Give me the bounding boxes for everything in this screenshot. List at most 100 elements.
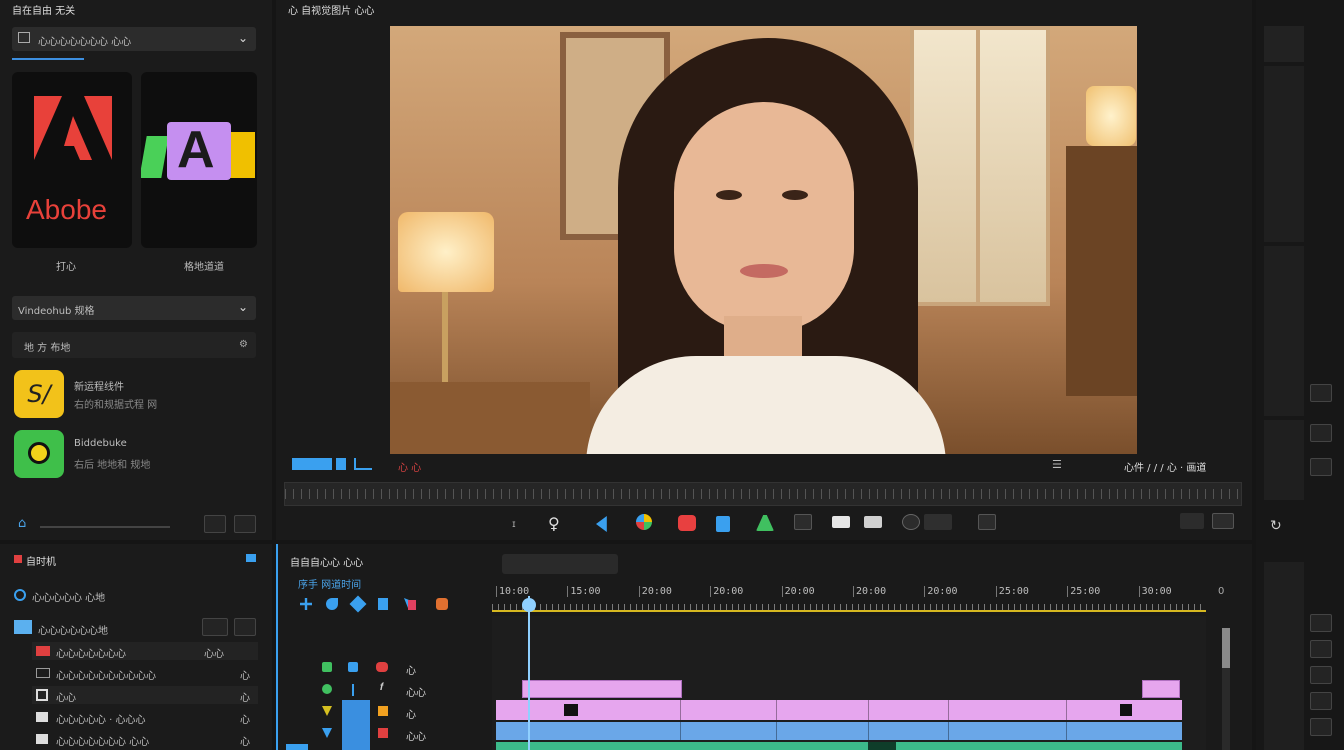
green-app-icon [14, 430, 64, 478]
track-header[interactable] [322, 662, 332, 672]
track-label: 心 [406, 710, 416, 721]
timecode-display[interactable] [292, 458, 332, 470]
mark-in-icon[interactable]: ♀ [548, 514, 560, 533]
list-item-title: Biddebuke [74, 438, 127, 449]
tool-button[interactable] [1310, 666, 1332, 684]
timeline-tool[interactable] [436, 598, 448, 610]
lift-icon[interactable] [678, 515, 696, 531]
source-dropdown[interactable]: Vindeohub 规格 ⌄ [12, 296, 256, 320]
ruler-end-icon: 0 [1218, 586, 1225, 597]
tool-button[interactable] [1310, 692, 1332, 710]
compare-icon[interactable] [902, 514, 920, 530]
audio-track-clips[interactable] [496, 722, 1182, 740]
list-item[interactable]: 心心心心心心心心心心 心 [32, 664, 258, 682]
list-item[interactable]: 心心心心心 · 心心心 心 [32, 708, 258, 726]
gear-icon[interactable]: ⚙ [239, 339, 248, 350]
clip-pink[interactable] [522, 680, 682, 698]
search-row[interactable]: 地 方 布地 ⚙ [12, 332, 256, 358]
tool-button[interactable] [1310, 640, 1332, 658]
playhead-handle[interactable] [522, 598, 536, 612]
dropdown-value: 心心心心心心心 心心 [38, 37, 132, 48]
list-item[interactable]: 心心 心 [32, 686, 258, 704]
track-header[interactable] [322, 706, 332, 716]
new-item-button[interactable] [234, 515, 256, 533]
list-item[interactable]: Biddebuke 右后 地地和 规地 [14, 430, 254, 478]
audio-track-clips[interactable] [496, 742, 1182, 750]
ruler-label: 15:00 [567, 586, 601, 597]
track-label: 心心 [406, 688, 426, 699]
project-panel-title: 自时机 [26, 557, 56, 568]
zoom-slider[interactable] [40, 526, 170, 528]
timeline-tool[interactable] [408, 600, 416, 610]
bin-icon [14, 589, 26, 601]
overwrite-icon[interactable] [832, 516, 850, 528]
transport-right-text: 心件 / / / 心 · 画道 [1124, 463, 1207, 474]
las-tile[interactable]: A [141, 72, 257, 248]
refresh-icon[interactable]: ↻ [1270, 518, 1282, 534]
scrub-bar[interactable] [284, 482, 1242, 506]
sequence-icon [14, 620, 32, 634]
list-item-label: 心心心心心 · 心心心 [56, 715, 146, 726]
preset-dropdown[interactable]: 心心心心心心心 心心 ⌄ [12, 27, 256, 51]
bin-row[interactable]: 心心心心心 心地 [0, 586, 272, 606]
track-header[interactable] [378, 728, 388, 738]
comparison-view-button[interactable] [924, 514, 952, 530]
list-item-label: 心心心心心心心 心心 [56, 737, 150, 748]
insert-icon[interactable] [794, 514, 812, 530]
track-header[interactable] [322, 728, 332, 738]
tool-button[interactable] [1310, 424, 1332, 442]
tool-button[interactable] [1310, 384, 1332, 402]
yellow-shape [229, 132, 255, 178]
timeline-tool[interactable] [378, 598, 388, 610]
timeline-tool[interactable] [349, 595, 367, 613]
video-frame[interactable] [390, 26, 1137, 454]
button-editor-icon[interactable] [978, 514, 996, 530]
extract-icon[interactable] [716, 516, 730, 532]
timeline-toolbar[interactable] [502, 554, 618, 574]
camera-icon[interactable] [864, 516, 882, 528]
sequence-row[interactable]: 心心心心心心地 [0, 616, 272, 640]
list-item-right: 心 [240, 671, 250, 682]
playhead[interactable] [528, 596, 530, 750]
ruler-label: 20:00 [710, 586, 743, 597]
timeline-tool[interactable] [300, 598, 312, 610]
play-icon[interactable] [636, 514, 652, 530]
clip-marker [1120, 704, 1132, 716]
export-frame-icon[interactable] [756, 515, 774, 531]
zoom-button[interactable] [234, 618, 256, 636]
track-header[interactable] [376, 662, 388, 672]
panel-menu-icon[interactable] [246, 554, 256, 562]
adobe-tile[interactable]: Abobe [12, 72, 132, 248]
tool-button[interactable] [1310, 614, 1332, 632]
list-view-button[interactable] [204, 515, 226, 533]
right-tools-panel: ↻ [1256, 0, 1344, 750]
track-header[interactable] [378, 706, 388, 716]
tool-button[interactable] [1310, 458, 1332, 476]
step-back-icon[interactable] [596, 516, 607, 532]
track-header[interactable] [348, 662, 358, 672]
eye-left [716, 190, 742, 200]
time-ruler[interactable]: 10:00 15:00 20:00 20:00 20:00 20:00 20:00 25:00… [492, 580, 1206, 612]
list-item[interactable]: 心心心心心心心 心心 心 [32, 730, 258, 748]
video-track-clips[interactable] [496, 700, 1182, 720]
track-header[interactable] [352, 684, 354, 696]
timeline-scrollbar[interactable] [1222, 628, 1230, 750]
timeline-tool[interactable] [326, 598, 338, 610]
list-item-label: 心心心心心心心心心心 [56, 671, 156, 682]
clip-pink[interactable] [1142, 680, 1180, 698]
tool-button[interactable] [1310, 718, 1332, 736]
settings-button[interactable] [1212, 513, 1234, 529]
search-row-text: 地 方 布地 [24, 343, 71, 354]
list-item-right: 心心 [204, 649, 224, 660]
track-header[interactable] [322, 684, 332, 694]
settings-icon[interactable]: ☰ [1052, 458, 1062, 471]
list-item[interactable]: S/ 新运程线件 右的和规据式程 网 [14, 370, 254, 418]
track-target[interactable] [342, 700, 370, 750]
view-toggle-button[interactable] [202, 618, 228, 636]
home-icon[interactable]: ⌂ [18, 516, 26, 531]
audio-meter [1264, 66, 1304, 242]
marker-icon[interactable]: ɪ [512, 519, 516, 530]
wrench-icon[interactable]: 𝒇 [380, 682, 383, 693]
list-item[interactable]: 心心心心心心心 心心 [32, 642, 258, 660]
fullscreen-button[interactable] [1180, 513, 1204, 529]
